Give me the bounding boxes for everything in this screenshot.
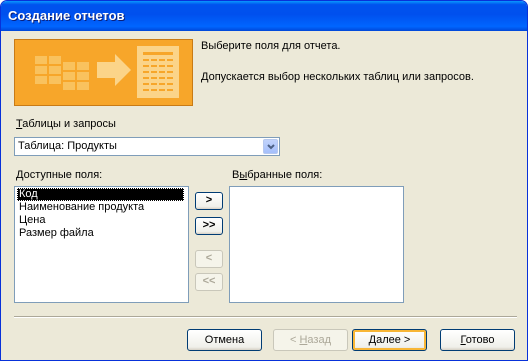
instruction-text: Выберите поля для отчета. [201, 40, 341, 52]
tables-queries-dropdown[interactable]: Таблица: Продукты [14, 137, 280, 156]
remove-all-fields-button[interactable]: << [195, 273, 223, 291]
selected-fields-list[interactable] [229, 186, 404, 303]
selected-fields-label: Выбранные поля: [232, 169, 323, 181]
add-field-button[interactable]: > [195, 192, 223, 210]
add-all-fields-button[interactable]: >> [195, 217, 223, 235]
cancel-button[interactable]: Отмена [187, 329, 262, 351]
available-fields-list[interactable]: Код Наименование продукта Цена Размер фа… [14, 186, 189, 303]
next-button[interactable]: Далее > [352, 329, 427, 351]
back-button[interactable]: < Назад [273, 329, 348, 351]
dropdown-arrow-button[interactable] [263, 139, 278, 154]
report-wizard-window: Создание отчетов Выберите поля для отчет… [0, 0, 528, 361]
wizard-banner-image [14, 39, 193, 106]
list-item[interactable]: Размер файла [17, 227, 96, 240]
title-bar[interactable]: Создание отчетов [1, 1, 527, 31]
remove-field-button[interactable]: < [195, 250, 223, 268]
window-title: Создание отчетов [8, 8, 125, 23]
dialog-body: Выберите поля для отчета. Допускается вы… [4, 31, 524, 359]
footer-divider [14, 316, 517, 318]
hint-text: Допускается выбор нескольких таблиц или … [201, 71, 474, 83]
finish-button[interactable]: Готово [440, 329, 515, 351]
table-to-report-icon [15, 40, 192, 105]
available-fields-label: Доступные поля: [16, 169, 103, 181]
list-item[interactable]: Код [17, 188, 184, 201]
list-item[interactable]: Цена [17, 214, 47, 227]
list-item[interactable]: Наименование продукта [17, 201, 146, 214]
dropdown-value: Таблица: Продукты [18, 140, 117, 152]
chevron-down-icon [267, 144, 275, 150]
tables-queries-label: Таблицы и запросы [16, 118, 116, 130]
